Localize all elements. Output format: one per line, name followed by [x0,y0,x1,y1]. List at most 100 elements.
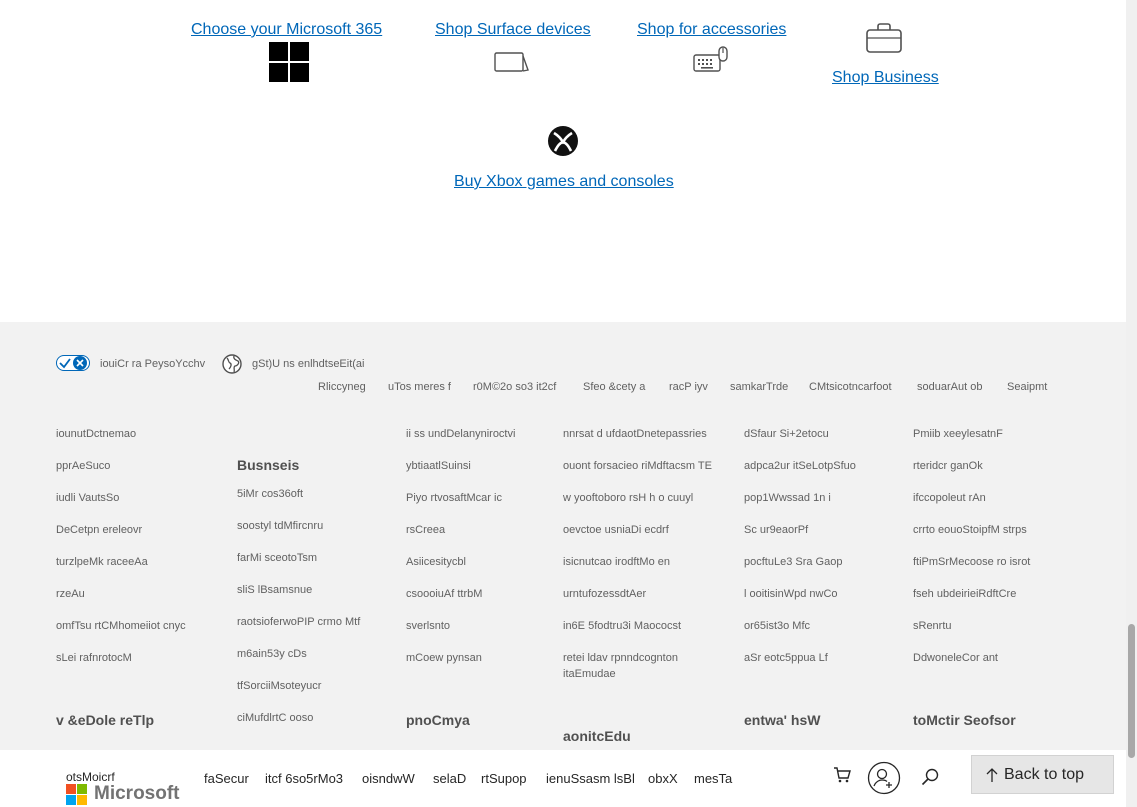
footer-col4-link[interactable]: nnrsat d ufdaotDnetepassries [563,426,707,442]
footer-col4-link[interactable]: oevctoe usniaDi ecdrf [563,522,669,538]
footer-col1-link[interactable]: iounutDctnemao [56,426,136,442]
nav-link[interactable]: mesTa [694,771,732,786]
privacy-choices-icon[interactable] [56,355,90,371]
footer-col1-heading: v &eDole reTlp [56,712,155,728]
footer-col4-link[interactable]: in6E 5fodtru3i Maococst [563,618,681,634]
scrollbar-thumb[interactable] [1128,624,1135,758]
cart-icon[interactable] [833,766,851,784]
footer-col6-link[interactable]: Pmiib xeeylesatnF [913,426,1003,442]
footer-col1-link[interactable]: sLei rafnrotocM [56,650,132,666]
footer-col3-link[interactable]: csoooiuAf ttrbM [406,586,482,602]
footer-col4-link[interactable]: itaEmudae [563,666,616,682]
shop-xbox-link[interactable]: Buy Xbox games and consoles [454,173,674,191]
nav-link[interactable]: selaD [433,771,466,786]
footer-col3-link[interactable]: Piyo rtvosaftMcar ic [406,490,502,506]
footer-col3-link[interactable]: sverlsnto [406,618,450,634]
back-to-top-button[interactable]: Back to top [971,755,1114,794]
nav-link[interactable]: rtSupop [481,771,527,786]
legal-link[interactable]: Rliccyneg [318,379,366,395]
xbox-logo-icon [548,126,578,156]
footer-col5-link[interactable]: l ooitisinWpd nwCo [744,586,838,602]
nav-link[interactable]: faSecur [204,771,249,786]
laptop-icon [494,52,529,72]
footer-col3-link[interactable]: ii ss undDelanyniroctvi [406,426,515,442]
search-icon[interactable] [921,768,939,786]
footer-col4-link[interactable]: ouont forsacieo riMdftacsm TE [563,458,712,474]
footer-col1-link[interactable]: omfTsu rtCMhomeiiot cnyc [56,618,186,634]
footer-col6-heading: toMctir Seofsor [913,712,1016,728]
legal-link[interactable]: CMtsicotncarfoot [809,379,892,395]
microsoft-logo[interactable]: Microsoft [66,783,246,806]
keyboard-mouse-icon [693,46,728,72]
footer-col3-heading: pnoCmya [406,712,470,728]
footer-col4-link[interactable]: urntufozessdtAer [563,586,646,602]
globe-icon [222,354,242,374]
footer-col3-link[interactable]: mCoew pynsan [406,650,482,666]
site-footer: iouiCr ra PeysoYcchv gSt)U ns enlhdtseEi… [0,322,1126,750]
footer-col6-link[interactable]: rteridcr ganOk [913,458,983,474]
footer-col1-link[interactable]: rzeAu [56,586,85,602]
footer-col6-link[interactable]: ftiPmSrMecoose ro isrot [913,554,1030,570]
footer-col5-link[interactable]: Sc ur9eaorPf [744,522,808,538]
footer-col5-heading: entwa' hsW [744,712,821,728]
footer-col2-link[interactable]: tfSorciiMsoteyucr [237,678,321,694]
footer-col1-link[interactable]: turzlpeMk raceeAa [56,554,148,570]
shop-business-link[interactable]: Shop Business [832,69,939,87]
footer-col2-link[interactable]: ciMufdlrtC ooso [237,710,313,726]
windows-logo-icon [269,42,309,82]
shop-section: Choose your Microsoft 365 Shop Surface d… [0,0,1126,322]
footer-col4-link[interactable]: w yooftoboro rsH h o cuuyl [563,490,693,506]
privacy-choices-link[interactable]: iouiCr ra PeysoYcchv [100,356,205,372]
footer-col1-link[interactable]: DeCetpn ereleovr [56,522,142,538]
legal-link[interactable]: Seaipmt [1007,379,1047,395]
footer-col2-link[interactable]: 5iMr cos36oft [237,486,303,502]
shop-microsoft-365-link[interactable]: Choose your Microsoft 365 [191,21,382,39]
back-to-top-label: Back to top [1004,766,1085,783]
footer-col3-link[interactable]: ybtiaatlSuinsi [406,458,471,474]
footer-col5-link[interactable]: dSfaur Si+2etocu [744,426,829,442]
briefcase-icon [866,23,902,53]
footer-col2-link[interactable]: farMi sceotoTsm [237,550,317,566]
footer-col2-link[interactable]: m6ain53y cDs [237,646,307,662]
nav-link[interactable]: itcf 6so5rMo3 [265,771,343,786]
legal-link[interactable]: soduarAut ob [917,379,982,395]
footer-col5-link[interactable]: adpca2ur itSeLotpSfuo [744,458,856,474]
account-icon[interactable] [867,761,901,795]
footer-col6-link[interactable]: crrto eouoStoipfM strps [913,522,1027,538]
page-scrollbar[interactable] [1126,0,1137,807]
footer-col2-link[interactable]: raotsioferwoPIP crmo Mtf [237,614,360,630]
locale-selector-link[interactable]: gSt)U ns enlhdtseEit(ai [252,356,365,372]
footer-col6-link[interactable]: sRenrtu [913,618,952,634]
footer-col3-link[interactable]: Asiicesitycbl [406,554,466,570]
legal-link[interactable]: r0M©2o so3 it2cf [473,379,556,395]
legal-link[interactable]: uTos meres f [388,379,451,395]
footer-col6-link[interactable]: ifccopoleut rAn [913,490,986,506]
footer-col6-link[interactable]: fseh ubdeirieiRdftCre [913,586,1016,602]
microsoft-wordmark: Microsoft [94,783,180,804]
footer-col5-link[interactable]: or65ist3o Mfc [744,618,810,634]
nav-link[interactable]: obxX [648,771,678,786]
microsoft-logo-icon [66,784,87,805]
footer-col6-link[interactable]: DdwoneleCor ant [913,650,998,666]
legal-link[interactable]: Sfeo &cety a [583,379,645,395]
footer-col2-heading: Busnseis [237,457,300,473]
footer-col5-link[interactable]: pocftuLe3 Sra Gaop [744,554,842,570]
arrow-up-icon [986,768,998,782]
legal-link[interactable]: racP iyv [669,379,708,395]
shop-surface-link[interactable]: Shop Surface devices [435,21,591,39]
footer-col2-link[interactable]: sliS lBsamsnue [237,582,312,598]
footer-col5-link[interactable]: aSr eotc5ppua Lf [744,650,828,666]
footer-col2-link[interactable]: soostyl tdMfircnru [237,518,323,534]
footer-col5-link[interactable]: pop1Wwssad 1n i [744,490,831,506]
footer-col1-link[interactable]: iudli VautsSo [56,490,119,506]
footer-col4-link[interactable]: retei ldav rpnndcognton [563,650,678,666]
logo-tiny-text: otsMoicrf [66,770,115,784]
footer-col4-heading: aonitcEdu [563,728,631,744]
nav-link[interactable]: oisndwW [362,771,415,786]
shop-accessories-link[interactable]: Shop for accessories [637,21,786,39]
legal-link[interactable]: samkarTrde [730,379,788,395]
nav-link[interactable]: ienuSsasm lsBl [546,771,635,786]
footer-col3-link[interactable]: rsCreea [406,522,445,538]
footer-col1-link[interactable]: pprAeSuco [56,458,110,474]
footer-col4-link[interactable]: isicnutcao irodftMo en [563,554,670,570]
